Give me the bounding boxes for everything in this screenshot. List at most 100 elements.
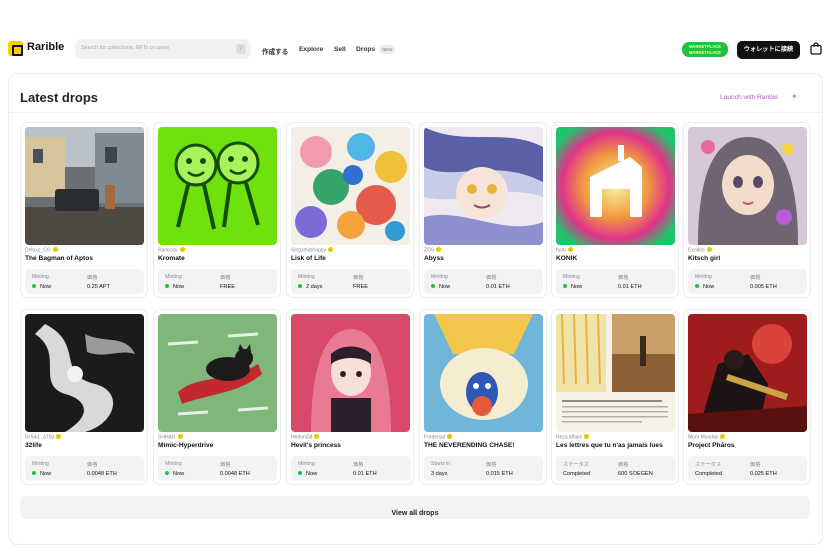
creator-name[interactable]: Exodos xyxy=(688,247,712,254)
rarible-logo-icon[interactable] xyxy=(8,41,23,56)
price-value: 0.015 ETH xyxy=(486,471,513,477)
collection-name[interactable]: Kitsch girl xyxy=(688,255,720,262)
price-value: 0.0048 ETH xyxy=(87,471,117,477)
drop-artwork-image xyxy=(424,314,543,432)
collection-name[interactable]: Lisk of Life xyxy=(291,255,326,262)
price-label: 価格 xyxy=(618,275,629,281)
status-value: Completed xyxy=(695,471,723,477)
price-label: 価格 xyxy=(486,275,497,281)
drop-card[interactable]: Deluxz_CG The Bagman of Aptos Minting 価格… xyxy=(20,122,148,298)
live-dot-icon xyxy=(32,284,36,288)
live-dot-icon xyxy=(165,471,169,475)
drop-artwork-image xyxy=(424,127,543,245)
sparkle-icon: ✦ xyxy=(791,92,798,101)
price-value: 0.0048 ETH xyxy=(220,471,250,477)
search-input[interactable]: Search for collections, NFTs or users / xyxy=(75,39,251,59)
status-value: Now xyxy=(563,284,582,290)
verified-badge-icon xyxy=(56,434,62,439)
drop-card[interactable]: Ranbock Kromate Minting 価格 Now FREE xyxy=(153,122,281,298)
nav-sell[interactable]: Sell xyxy=(334,46,346,53)
verified-badge-icon xyxy=(436,247,442,252)
drop-stats: Minting 価格 Now 0.01 ETH xyxy=(424,269,543,294)
brand-name[interactable]: Rarible xyxy=(27,41,64,53)
collection-name[interactable]: THE NEVERENDING CHASE! xyxy=(424,442,515,449)
drop-stats: Minting 価格 2 days FREE xyxy=(291,269,410,294)
top-navigation-bar: Rarible Search for collections, NFTs or … xyxy=(0,34,840,64)
drop-card[interactable]: Singsmilshappy Lisk of Life Minting 価格 2… xyxy=(286,122,414,298)
creator-name[interactable]: Ranbock xyxy=(158,247,185,254)
nav-drops[interactable]: Drops xyxy=(356,46,375,53)
verified-badge-icon xyxy=(567,247,573,252)
status-value: Now xyxy=(32,284,51,290)
status-value: Completed xyxy=(563,471,591,477)
search-placeholder: Search for collections, NFTs or users xyxy=(81,45,170,51)
drop-card[interactable]: Mom Monday Project Phāros ステータス 価格 Compl… xyxy=(683,309,811,485)
status-value: 3 days xyxy=(431,471,448,477)
launch-with-rarible-link[interactable]: Launch with Rarible xyxy=(720,94,778,101)
nav-create[interactable]: 作成する xyxy=(262,46,288,56)
price-value: 600 SOEGEN xyxy=(618,471,653,477)
price-value: 0.025 ETH xyxy=(750,471,777,477)
drop-artwork-image xyxy=(688,127,807,245)
creator-name[interactable]: hutu xyxy=(556,247,573,254)
status-label: Minting xyxy=(298,461,315,467)
status-label: Starts in xyxy=(431,461,451,467)
price-label: 価格 xyxy=(618,462,629,468)
collection-name[interactable]: The Bagman of Aptos xyxy=(25,255,93,262)
drop-artwork-image xyxy=(158,127,277,245)
price-value: 0.25 APT xyxy=(87,284,111,290)
price-value: 0.01 ETH xyxy=(618,284,642,290)
price-label: 価格 xyxy=(220,462,231,468)
creator-name[interactable]: Deluxz_CG xyxy=(25,247,58,254)
collection-name[interactable]: Abyss xyxy=(424,255,444,262)
collection-name[interactable]: Les lettres que tu n'as jamais lues xyxy=(556,442,663,449)
creator-name[interactable]: SHHAN xyxy=(158,434,183,441)
collection-name[interactable]: Project Phāros xyxy=(688,442,735,449)
drop-card[interactable]: 0×54d...a75d 32life Minting 価格 Now 0.004… xyxy=(20,309,148,485)
drop-stats: Minting 価格 Now 0.0048 ETH xyxy=(158,456,277,481)
live-dot-icon xyxy=(32,471,36,475)
arrow-right-icon: → xyxy=(411,510,419,517)
shopping-bag-icon[interactable] xyxy=(810,42,822,55)
drop-card[interactable]: Fordenad THE NEVERENDING CHASE! Starts i… xyxy=(419,309,547,485)
status-label: Minting xyxy=(32,461,49,467)
creator-name[interactable]: Mom Monday xyxy=(688,434,726,441)
live-dot-icon xyxy=(298,471,302,475)
price-label: 価格 xyxy=(750,462,761,468)
drop-stats: Minting 価格 Now 0.01 ETH xyxy=(291,456,410,481)
marketplace-badge-line-2: MARKETPLACE xyxy=(688,49,722,55)
drop-card[interactable]: Exodos Kitsch girl Minting 価格 Now 0.005 … xyxy=(683,122,811,298)
creator-name[interactable]: ZOS xyxy=(424,247,442,254)
collection-name[interactable]: 32life xyxy=(25,442,42,449)
collection-name[interactable]: KONIK xyxy=(556,255,577,262)
verified-badge-icon xyxy=(584,434,590,439)
status-label: Minting xyxy=(32,274,49,280)
drop-card[interactable]: Reza Milani Les lettres que tu n'as jama… xyxy=(551,309,679,485)
verified-badge-icon xyxy=(52,247,58,252)
drop-card[interactable]: Hedoni38 Hevil's princess Minting 価格 Now… xyxy=(286,309,414,485)
price-label: 価格 xyxy=(87,462,98,468)
verified-badge-icon xyxy=(447,434,453,439)
drop-stats: ステータス 価格 Completed 0.025 ETH xyxy=(688,456,807,481)
nav-explore[interactable]: Explore xyxy=(299,46,323,53)
drop-card[interactable]: ZOS Abyss Minting 価格 Now 0.01 ETH xyxy=(419,122,547,298)
collection-name[interactable]: Kromate xyxy=(158,255,185,262)
creator-name[interactable]: Reza Milani xyxy=(556,434,590,441)
connect-wallet-button[interactable]: ウォレットに接続 xyxy=(737,41,800,59)
price-label: 価格 xyxy=(750,275,761,281)
collection-name[interactable]: Mimic-Hyperdrive xyxy=(158,442,213,449)
creator-name[interactable]: Hedoni38 xyxy=(291,434,320,441)
live-dot-icon xyxy=(298,284,302,288)
drop-artwork-image xyxy=(556,127,675,245)
drop-card[interactable]: hutu KONIK Minting 価格 Now 0.01 ETH xyxy=(551,122,679,298)
status-label: Minting xyxy=(165,461,182,467)
drop-card[interactable]: SHHAN Mimic-Hyperdrive Minting 価格 Now 0.… xyxy=(153,309,281,485)
collection-name[interactable]: Hevil's princess xyxy=(291,442,341,449)
view-all-drops-button[interactable]: View all drops → xyxy=(20,496,810,519)
drop-stats: Minting 価格 Now 0.0048 ETH xyxy=(25,456,144,481)
marketplace-badge[interactable]: MARKETPLACE MARKETPLACE xyxy=(682,42,728,57)
creator-name[interactable]: Fordenad xyxy=(424,434,453,441)
verified-badge-icon xyxy=(179,247,185,252)
creator-name[interactable]: Singsmilshappy xyxy=(291,247,334,254)
creator-name[interactable]: 0×54d...a75d xyxy=(25,434,62,441)
